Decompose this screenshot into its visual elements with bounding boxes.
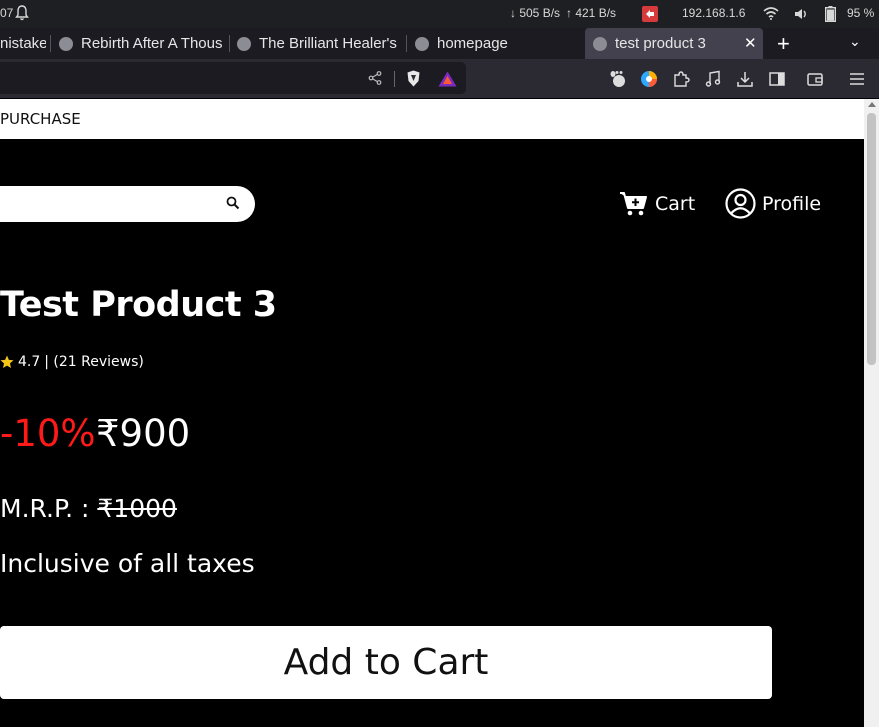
- volume-icon[interactable]: [794, 8, 808, 20]
- network-down-speed: ↓ 505 B/s: [510, 6, 561, 20]
- gnome-extension-icon[interactable]: [609, 70, 627, 88]
- tab-nistake[interactable]: nistake: [0, 28, 46, 59]
- sale-price: ₹900: [96, 412, 191, 455]
- ip-address: 192.168.1.6: [682, 6, 746, 20]
- new-tab-button[interactable]: +: [777, 31, 790, 57]
- tab-title: homepage: [437, 35, 508, 52]
- star-icon: [0, 355, 14, 368]
- wifi-icon[interactable]: [763, 7, 779, 20]
- search-icon[interactable]: [226, 196, 240, 210]
- close-tab-icon[interactable]: ✕: [744, 34, 757, 52]
- cart-label: Cart: [655, 193, 696, 215]
- rating-value: 4.7: [18, 354, 41, 370]
- review-count[interactable]: | (21 Reviews): [44, 354, 144, 370]
- profile-link[interactable]: Profile: [725, 188, 821, 219]
- promo-text: PURCHASE: [0, 110, 81, 128]
- globe-icon: [59, 36, 73, 51]
- profile-label: Profile: [762, 192, 822, 215]
- brave-rewards-icon[interactable]: [438, 71, 457, 87]
- tab-title: Rebirth After A Thous: [81, 35, 223, 52]
- promo-bar: PURCHASE: [0, 99, 864, 139]
- web-page: PURCHASE Cart Profile Test Product 3 4.7…: [0, 99, 864, 727]
- tab-rebirth-after-a-thousand[interactable]: Rebirth After A Thous: [59, 28, 225, 59]
- user-avatar-icon: [725, 188, 756, 219]
- chevron-down-icon[interactable]: ⌄: [849, 33, 861, 50]
- tab-test-product-3[interactable]: test product 3: [585, 28, 763, 59]
- tab-separator: [50, 35, 51, 52]
- wallet-icon[interactable]: [806, 70, 824, 88]
- address-bar-divider: [394, 71, 395, 87]
- product-rating: 4.7 | (21 Reviews): [0, 354, 144, 370]
- tab-separator: [406, 35, 407, 52]
- hamburger-menu-icon[interactable]: [848, 70, 866, 88]
- discount-percent: -10%: [0, 412, 96, 455]
- globe-icon: [237, 36, 251, 51]
- mrp: M.R.P. : ₹1000: [0, 494, 177, 523]
- scrollbar-thumb[interactable]: [867, 113, 876, 365]
- clock-text: 07: [0, 6, 14, 20]
- brave-shields-icon[interactable]: [406, 70, 421, 87]
- globe-icon: [593, 36, 607, 51]
- tab-title: test product 3: [615, 35, 706, 52]
- tab-homepage[interactable]: homepage: [415, 28, 575, 59]
- add-to-cart-button[interactable]: Add to Cart: [0, 626, 772, 699]
- battery-icon[interactable]: [825, 6, 836, 22]
- page-scrollbar[interactable]: [864, 99, 879, 727]
- battery-percent: 95 %: [847, 6, 875, 20]
- download-icon[interactable]: [736, 70, 754, 88]
- address-bar[interactable]: [0, 62, 466, 94]
- music-note-icon[interactable]: [704, 70, 722, 88]
- notification-bell-icon[interactable]: [15, 5, 29, 21]
- mrp-label: M.R.P. :: [0, 494, 98, 523]
- colorful-extension-icon[interactable]: [640, 70, 658, 88]
- tab-separator: [229, 35, 230, 52]
- mrp-value: ₹1000: [97, 494, 177, 523]
- sidebar-toggle-icon[interactable]: [768, 70, 786, 88]
- cart-link[interactable]: Cart: [619, 191, 695, 217]
- system-status-bar: 07 ↓ 505 B/s ↑ 421 B/s 192.168.1.6 95 %: [0, 0, 879, 28]
- browser-tab-strip: nistake Rebirth After A Thous The Brilli…: [0, 28, 879, 59]
- tax-note: Inclusive of all taxes: [0, 549, 255, 578]
- share-icon[interactable]: [368, 71, 382, 85]
- network-up-speed: ↑ 421 B/s: [566, 6, 617, 20]
- browser-toolbar: [0, 59, 879, 98]
- tab-title: The Brilliant Healer's: [259, 35, 397, 52]
- globe-icon: [415, 36, 429, 51]
- search-input[interactable]: [0, 186, 255, 222]
- tab-the-brilliant-healer[interactable]: The Brilliant Healer's: [237, 28, 400, 59]
- product-title: Test Product 3: [0, 285, 277, 325]
- scroll-up-arrow-icon[interactable]: [868, 102, 876, 107]
- screen-record-icon[interactable]: [642, 6, 658, 22]
- tab-title: nistake: [0, 35, 46, 52]
- extensions-puzzle-icon[interactable]: [672, 70, 690, 88]
- cart-icon: [620, 192, 647, 216]
